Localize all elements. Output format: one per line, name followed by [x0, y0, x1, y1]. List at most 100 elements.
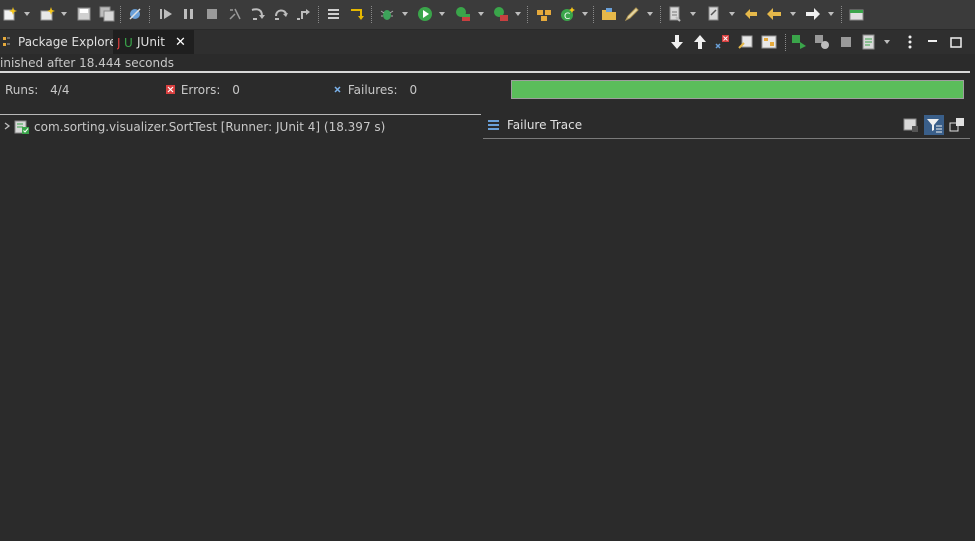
step-over-icon[interactable]: [273, 6, 289, 22]
run-external-icon[interactable]: [493, 6, 509, 22]
failures-counter: Failures: 0: [333, 83, 417, 99]
stack-trace-icon: [487, 118, 501, 132]
open-folder-icon[interactable]: [601, 6, 617, 22]
chevron-down-icon[interactable]: [828, 12, 834, 16]
maximize-icon[interactable]: [948, 34, 964, 50]
back-icon[interactable]: [766, 6, 782, 22]
rerun-test-icon[interactable]: [791, 34, 807, 50]
separator: [120, 6, 122, 23]
progress-bar: [511, 80, 964, 99]
chevron-down-icon[interactable]: [439, 12, 445, 16]
errors-value: 0: [232, 83, 240, 97]
pen-icon[interactable]: [624, 6, 640, 22]
errors-label: Errors:: [180, 83, 221, 97]
save-icon[interactable]: [76, 6, 92, 22]
previous-failure-icon[interactable]: [692, 34, 708, 50]
annotation-icon[interactable]: [667, 6, 683, 22]
tab-package-explorer[interactable]: Package Explorer: [0, 30, 122, 54]
chevron-down-icon[interactable]: [690, 12, 696, 16]
chevron-down-icon[interactable]: [478, 12, 484, 16]
failure-icon: [333, 85, 342, 94]
separator: [785, 34, 787, 51]
chevron-down-icon[interactable]: [24, 12, 30, 16]
drop-to-frame-icon[interactable]: [326, 6, 342, 22]
svg-text:J: J: [117, 36, 121, 50]
error-icon: [166, 85, 175, 94]
package-explorer-icon: [2, 34, 14, 50]
separator: [593, 6, 595, 23]
failure-trace-pane: Failure Trace: [483, 114, 970, 139]
suspend-icon[interactable]: [181, 6, 197, 22]
skip-breakpoints-icon[interactable]: [127, 6, 143, 22]
use-step-filters-icon[interactable]: [349, 6, 365, 22]
perspective-icon[interactable]: [849, 6, 865, 22]
save-all-icon[interactable]: [99, 6, 115, 22]
rerun-failed-first-icon[interactable]: [814, 34, 830, 50]
failures-value: 0: [409, 83, 418, 97]
new-wizard-icon[interactable]: [39, 6, 55, 22]
minimize-icon[interactable]: [925, 34, 941, 50]
new-package-icon[interactable]: [536, 6, 552, 22]
test-suite-icon: [14, 119, 30, 135]
step-return-icon[interactable]: [296, 6, 312, 22]
terminate-icon[interactable]: [204, 6, 220, 22]
show-as-layout-icon[interactable]: [761, 34, 777, 50]
history-icon[interactable]: [861, 34, 877, 50]
tree-item-label: com.sorting.visualizer.SortTest [Runner:…: [34, 120, 386, 134]
chevron-down-icon[interactable]: [729, 12, 735, 16]
step-into-icon[interactable]: [250, 6, 266, 22]
tab-label: Package Explorer: [18, 35, 122, 49]
chevron-down-icon[interactable]: [790, 12, 796, 16]
test-tree: com.sorting.visualizer.SortTest [Runner:…: [0, 114, 481, 541]
forward-icon[interactable]: [805, 6, 821, 22]
svg-text:U: U: [124, 36, 133, 50]
tab-label: JUnit: [137, 35, 165, 49]
status-message: inished after 18.444 seconds: [0, 56, 174, 70]
resume-icon[interactable]: [158, 6, 174, 22]
junit-icon: JU: [116, 34, 133, 50]
chevron-down-icon[interactable]: [884, 40, 890, 44]
separator: [149, 6, 151, 23]
chevron-down-icon[interactable]: [61, 12, 67, 16]
tree-item[interactable]: com.sorting.visualizer.SortTest [Runner:…: [2, 119, 385, 135]
coverage-icon[interactable]: [455, 6, 471, 22]
divider: [0, 71, 970, 73]
separator: [371, 6, 373, 23]
pin-icon[interactable]: [706, 6, 722, 22]
runs-counter: Runs: 4/4: [5, 83, 69, 99]
run-icon[interactable]: [417, 6, 433, 22]
new-java-class-icon[interactable]: C: [560, 6, 576, 22]
tab-junit[interactable]: JU JUnit ✕: [113, 30, 194, 54]
restore-pane-icon[interactable]: [949, 117, 965, 133]
close-icon[interactable]: ✕: [175, 35, 186, 50]
runs-value: 4/4: [50, 83, 70, 97]
separator: [318, 6, 320, 23]
disconnect-icon[interactable]: [227, 6, 243, 22]
stop-icon[interactable]: [838, 34, 854, 50]
progress-fill: [512, 81, 963, 98]
separator: [660, 6, 662, 23]
main-toolbar: C: [0, 0, 975, 30]
scroll-lock-icon[interactable]: [738, 34, 754, 50]
compare-icon[interactable]: [903, 117, 919, 133]
chevron-down-icon[interactable]: [582, 12, 588, 16]
separator: [527, 6, 529, 23]
failure-trace-title: Failure Trace: [507, 118, 583, 132]
errors-counter: Errors: 0: [166, 83, 240, 99]
chevron-down-icon[interactable]: [647, 12, 653, 16]
failures-label: Failures:: [347, 83, 398, 97]
new-icon[interactable]: [2, 6, 18, 22]
view-menu-icon[interactable]: [902, 34, 918, 50]
runs-label: Runs:: [5, 83, 39, 97]
chevron-right-icon[interactable]: [2, 120, 12, 134]
view-tab-bar: Package Explorer JU JUnit ✕: [0, 30, 975, 54]
next-failure-icon[interactable]: [669, 34, 685, 50]
svg-text:C: C: [564, 12, 570, 22]
filter-stack-icon[interactable]: [924, 115, 944, 135]
failures-only-icon[interactable]: [715, 34, 731, 50]
debug-icon[interactable]: [379, 6, 395, 22]
last-edit-icon[interactable]: [743, 6, 759, 22]
separator: [841, 6, 843, 23]
chevron-down-icon[interactable]: [402, 12, 408, 16]
chevron-down-icon[interactable]: [515, 12, 521, 16]
